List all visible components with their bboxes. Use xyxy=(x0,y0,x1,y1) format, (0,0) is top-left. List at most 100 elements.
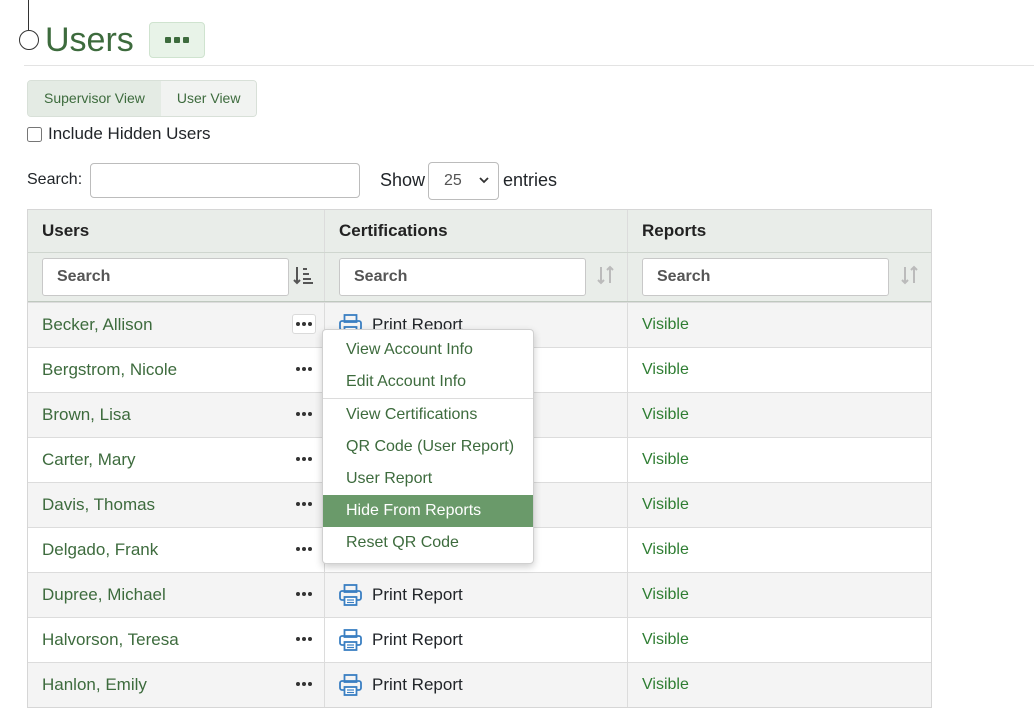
user-name-link[interactable]: Hanlon, Emily xyxy=(42,675,147,695)
page-actions-button[interactable] xyxy=(149,22,205,58)
column-header-users[interactable]: Users xyxy=(28,210,325,252)
user-cell: Halvorson, Teresa xyxy=(28,618,325,662)
view-toggle: Supervisor View User View xyxy=(27,80,258,117)
row-more-button[interactable] xyxy=(292,539,316,559)
report-cell: Visible xyxy=(628,618,931,662)
user-cell: Brown, Lisa xyxy=(28,393,325,437)
print-report-link[interactable]: Print Report xyxy=(339,674,463,696)
timeline-line xyxy=(28,0,29,30)
supervisor-view-button[interactable]: Supervisor View xyxy=(28,81,161,116)
search-input[interactable] xyxy=(90,163,360,198)
report-cell: Visible xyxy=(628,528,931,572)
more-icon xyxy=(165,37,171,43)
user-name-link[interactable]: Bergstrom, Nicole xyxy=(42,360,177,380)
timeline-dot xyxy=(19,30,39,50)
certifications-filter-input[interactable]: Search xyxy=(339,258,586,296)
report-visibility-link[interactable]: Visible xyxy=(642,541,689,559)
user-cell: Bergstrom, Nicole xyxy=(28,348,325,392)
user-name-link[interactable]: Dupree, Michael xyxy=(42,585,166,605)
user-cell: Becker, Allison xyxy=(28,303,325,347)
user-context-menu: View Account Info Edit Account Info View… xyxy=(322,329,534,564)
chevron-down-icon xyxy=(478,163,490,213)
user-cell: Davis, Thomas xyxy=(28,483,325,527)
print-report-label: Print Report xyxy=(372,585,463,604)
title-divider xyxy=(24,65,1034,66)
report-cell: Visible xyxy=(628,483,931,527)
report-cell: Visible xyxy=(628,303,931,347)
more-icon xyxy=(296,637,300,641)
row-more-button[interactable] xyxy=(292,404,316,424)
table-filter-row: Search Search Search xyxy=(28,252,931,302)
more-icon xyxy=(296,682,300,686)
user-name-link[interactable]: Halvorson, Teresa xyxy=(42,630,179,650)
table-row: Halvorson, Teresa Print Report Visible xyxy=(28,617,931,662)
row-more-button[interactable] xyxy=(292,359,316,379)
menu-item-hide-from-reports[interactable]: Hide From Reports xyxy=(323,495,533,527)
include-hidden-users-checkbox[interactable] xyxy=(27,126,42,142)
more-icon xyxy=(296,322,300,326)
row-more-button[interactable] xyxy=(292,629,316,649)
entries-select[interactable]: 25 xyxy=(428,162,499,200)
report-visibility-link[interactable]: Visible xyxy=(642,316,689,334)
report-cell: Visible xyxy=(628,348,931,392)
certification-cell: Print Report xyxy=(325,573,628,617)
entries-select-value: 25 xyxy=(444,172,462,189)
certification-cell: Print Report xyxy=(325,663,628,707)
report-cell: Visible xyxy=(628,393,931,437)
user-name-link[interactable]: Becker, Allison xyxy=(42,315,153,335)
menu-item-edit-account-info[interactable]: Edit Account Info xyxy=(323,366,533,398)
table-row: Dupree, Michael Print Report Visible xyxy=(28,572,931,617)
row-more-button[interactable] xyxy=(292,314,316,334)
report-visibility-link[interactable]: Visible xyxy=(642,586,689,604)
user-cell: Carter, Mary xyxy=(28,438,325,482)
more-icon xyxy=(296,547,300,551)
sort-icon[interactable] xyxy=(899,265,921,293)
sort-icon[interactable] xyxy=(595,265,617,293)
report-visibility-link[interactable]: Visible xyxy=(642,406,689,424)
report-visibility-link[interactable]: Visible xyxy=(642,631,689,649)
report-visibility-link[interactable]: Visible xyxy=(642,496,689,514)
row-more-button[interactable] xyxy=(292,494,316,514)
column-header-reports[interactable]: Reports xyxy=(628,210,931,252)
user-name-link[interactable]: Carter, Mary xyxy=(42,450,136,470)
user-cell: Hanlon, Emily xyxy=(28,663,325,707)
include-hidden-users: Include Hidden Users xyxy=(27,124,211,144)
sort-icon[interactable] xyxy=(292,265,314,293)
menu-item-qr-code-user-report[interactable]: QR Code (User Report) xyxy=(323,431,533,463)
users-filter-input[interactable]: Search xyxy=(42,258,289,296)
print-report-link[interactable]: Print Report xyxy=(339,584,463,606)
certification-cell: Print Report xyxy=(325,618,628,662)
menu-item-view-account-info[interactable]: View Account Info xyxy=(323,334,533,366)
row-more-button[interactable] xyxy=(292,674,316,694)
menu-item-user-report[interactable]: User Report xyxy=(323,463,533,495)
report-visibility-link[interactable]: Visible xyxy=(642,361,689,379)
row-more-button[interactable] xyxy=(292,584,316,604)
entries-label: entries xyxy=(503,170,558,190)
print-report-label: Print Report xyxy=(372,630,463,649)
report-visibility-link[interactable]: Visible xyxy=(642,451,689,469)
print-report-link[interactable]: Print Report xyxy=(339,629,463,651)
menu-item-reset-qr-code[interactable]: Reset QR Code xyxy=(323,527,533,559)
search-label: Search: xyxy=(27,171,83,188)
user-view-button[interactable]: User View xyxy=(160,81,257,116)
more-icon xyxy=(296,592,300,596)
table-header-row: Users Certifications Reports xyxy=(28,210,931,252)
more-icon xyxy=(296,412,300,416)
user-name-link[interactable]: Delgado, Frank xyxy=(42,540,158,560)
include-hidden-users-label: Include Hidden Users xyxy=(48,124,211,143)
more-icon xyxy=(296,457,300,461)
more-icon xyxy=(296,367,300,371)
menu-item-view-certifications[interactable]: View Certifications xyxy=(323,399,533,431)
user-name-link[interactable]: Brown, Lisa xyxy=(42,405,131,425)
reports-filter-input[interactable]: Search xyxy=(642,258,889,296)
report-visibility-link[interactable]: Visible xyxy=(642,676,689,694)
column-header-certifications[interactable]: Certifications xyxy=(325,210,628,252)
row-more-button[interactable] xyxy=(292,449,316,469)
printer-icon xyxy=(339,584,362,606)
table-row: Hanlon, Emily Print Report Visible xyxy=(28,662,931,707)
user-name-link[interactable]: Davis, Thomas xyxy=(42,495,155,515)
printer-icon xyxy=(339,674,362,696)
print-report-label: Print Report xyxy=(372,675,463,694)
user-cell: Dupree, Michael xyxy=(28,573,325,617)
report-cell: Visible xyxy=(628,573,931,617)
